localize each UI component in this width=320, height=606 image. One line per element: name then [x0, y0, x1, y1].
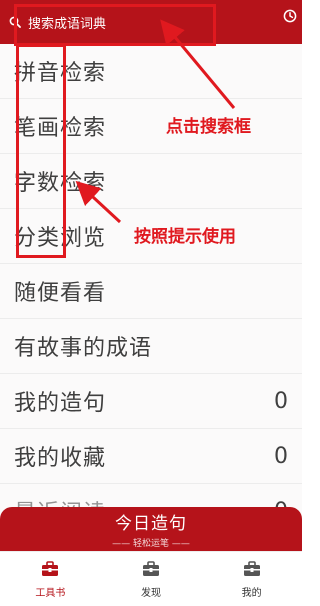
menu-item-random[interactable]: 随便看看 — [0, 264, 302, 319]
tab-label: 我的 — [241, 587, 262, 599]
today-subtitle: —— 轻松运笔 —— — [112, 539, 190, 549]
menu-item-label: 随便看看 — [14, 281, 107, 306]
count-badge: 0 — [274, 443, 288, 469]
annotation-click-search: 点击搜索框 — [166, 117, 251, 137]
annotation-search-highlight — [14, 4, 216, 46]
menu-item-story-idioms[interactable]: 有故事的成语 — [0, 319, 302, 374]
profile-icon — [242, 560, 262, 578]
tab-label: 工具书 — [35, 587, 66, 599]
tab-discover[interactable]: 发现 — [101, 552, 202, 606]
tab-label: 发现 — [141, 587, 161, 599]
toolbox-icon — [40, 560, 60, 578]
menu-item-label: 我的收藏 — [14, 446, 107, 471]
menu-item-label: 我的造句 — [14, 391, 107, 416]
tab-mine[interactable]: 我的 — [201, 552, 302, 606]
count-badge: 0 — [274, 388, 288, 414]
annotation-menu-highlight — [16, 44, 66, 258]
history-clock-icon[interactable] — [280, 6, 300, 26]
menu-item-my-favorites[interactable]: 我的收藏 0 — [0, 429, 302, 484]
menu-item-label: 有故事的成语 — [14, 336, 153, 361]
today-title: 今日造句 — [115, 514, 187, 534]
annotation-follow-hints: 按照提示使用 — [134, 227, 236, 247]
bottom-nav: 工具书 发现 我的 — [0, 551, 302, 606]
today-sentence-button[interactable]: 今日造句 —— 轻松运笔 —— — [0, 507, 302, 551]
menu-item-my-sentences[interactable]: 我的造句 0 — [0, 374, 302, 429]
discover-icon — [141, 560, 161, 578]
tab-tools[interactable]: 工具书 — [0, 552, 101, 606]
